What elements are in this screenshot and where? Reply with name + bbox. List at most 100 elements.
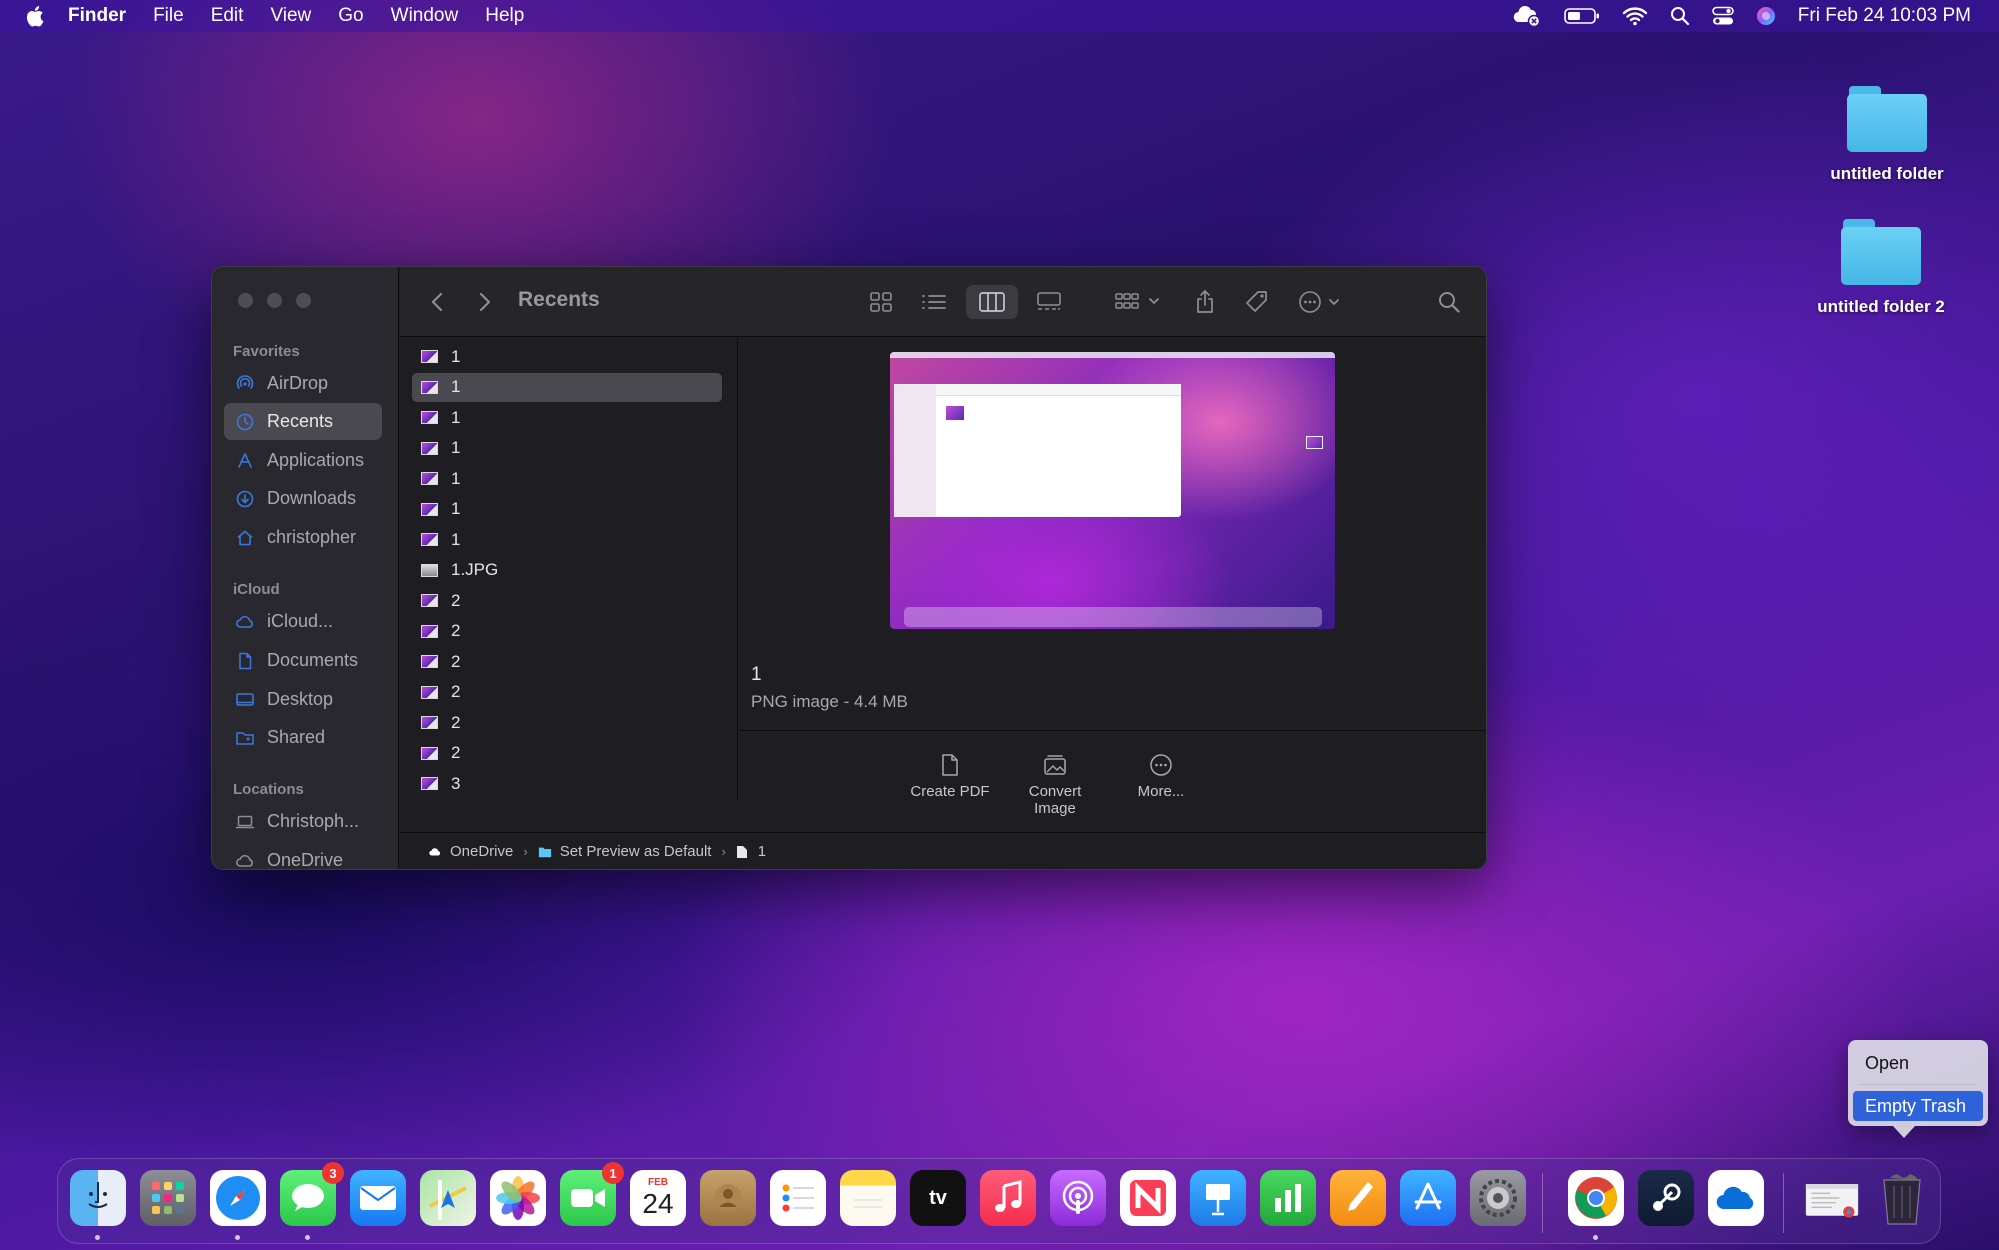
mail-dock-icon[interactable] [350, 1170, 406, 1226]
sidebar-item-shared[interactable]: Shared [224, 719, 382, 756]
file-list-item[interactable]: 3 [412, 769, 722, 798]
icon-view-button[interactable] [864, 285, 898, 319]
list-view-button[interactable] [915, 285, 953, 319]
file-list-item[interactable]: 1 [412, 342, 722, 371]
menu-help[interactable]: Help [485, 5, 524, 27]
gallery-view-button[interactable] [1030, 285, 1068, 319]
chrome-dock-icon[interactable] [1568, 1170, 1624, 1226]
file-list-item[interactable]: 1 [412, 372, 722, 402]
sidebar-item-icloud-drive[interactable]: iCloud... [224, 603, 382, 640]
sidebar-item-recents[interactable]: Recents [224, 403, 382, 440]
sidebar-item-applications[interactable]: Applications [224, 442, 382, 479]
menu-window[interactable]: Window [391, 5, 459, 27]
spotlight-search-icon[interactable] [1670, 6, 1690, 26]
news-dock-icon[interactable] [1120, 1170, 1176, 1226]
menu-app-name[interactable]: Finder [68, 5, 126, 27]
siri-icon[interactable] [1756, 6, 1776, 26]
launchpad-dock-icon[interactable] [140, 1170, 196, 1226]
music-dock-icon[interactable] [980, 1170, 1036, 1226]
battery-icon[interactable] [1563, 7, 1600, 25]
sidebar-item-downloads[interactable]: Downloads [224, 480, 382, 517]
zoom-window-button[interactable] [296, 293, 311, 308]
control-center-icon[interactable] [1711, 6, 1734, 26]
cloud-icon [428, 845, 442, 859]
numbers-dock-icon[interactable] [1260, 1170, 1316, 1226]
file-list-item[interactable]: 2 [412, 708, 722, 737]
path-segment-file[interactable]: 1 [736, 843, 766, 860]
desktop-folder-untitled[interactable]: untitled folder [1812, 82, 1962, 184]
calendar-dock-icon[interactable]: FEB 24 [630, 1170, 686, 1226]
back-button[interactable] [424, 285, 450, 319]
apple-menu-icon[interactable] [26, 5, 46, 27]
file-list-item[interactable]: 1 [412, 434, 722, 463]
contacts-dock-icon[interactable] [700, 1170, 756, 1226]
facetime-dock-icon[interactable]: 1 [560, 1162, 624, 1226]
path-segment-onedrive[interactable]: OneDrive [428, 843, 513, 860]
wifi-icon[interactable] [1622, 6, 1648, 26]
recent-document-dock-icon[interactable] [1804, 1170, 1860, 1226]
file-list-item[interactable]: 3 [412, 800, 722, 801]
reminders-dock-icon[interactable] [770, 1170, 826, 1226]
create-pdf-button[interactable]: Create PDF [895, 747, 1005, 800]
pages-dock-icon[interactable] [1330, 1170, 1386, 1226]
menu-clock[interactable]: Fri Feb 24 10:03 PM [1798, 5, 1971, 27]
minimize-window-button[interactable] [267, 293, 282, 308]
menu-file[interactable]: File [153, 5, 184, 27]
more-actions-button[interactable]: More... [1106, 747, 1216, 800]
menu-view[interactable]: View [270, 5, 311, 27]
close-window-button[interactable] [238, 293, 253, 308]
action-menu-button[interactable] [1296, 285, 1348, 319]
file-list-item[interactable]: 2 [412, 617, 722, 646]
notes-dock-icon[interactable] [840, 1170, 896, 1226]
file-list-item[interactable]: 2 [412, 586, 722, 615]
sidebar-item-desktop[interactable]: Desktop [224, 681, 382, 718]
tags-button[interactable] [1240, 285, 1274, 319]
file-list-item[interactable]: 1 [412, 525, 722, 554]
share-button[interactable] [1190, 285, 1220, 319]
file-list-item[interactable]: 2 [412, 678, 722, 707]
system-settings-dock-icon[interactable] [1470, 1170, 1526, 1226]
file-list-item[interactable]: 2 [412, 739, 722, 768]
share-icon [1197, 290, 1213, 313]
maps-dock-icon[interactable] [420, 1170, 476, 1226]
file-list-item[interactable]: 1 [412, 464, 722, 493]
finder-dock-icon[interactable] [70, 1170, 126, 1226]
laptop-icon [234, 811, 256, 833]
menu-edit[interactable]: Edit [211, 5, 244, 27]
keynote-dock-icon[interactable] [1190, 1170, 1246, 1226]
sidebar-item-airdrop[interactable]: AirDrop [224, 365, 382, 402]
menu-item-empty-trash[interactable]: Empty Trash [1853, 1091, 1983, 1121]
search-button[interactable] [1434, 285, 1464, 319]
image-file-icon [421, 594, 438, 607]
list-icon [922, 295, 946, 309]
image-file-icon [421, 441, 438, 455]
path-segment-folder[interactable]: Set Preview as Default [538, 843, 711, 860]
menu-go[interactable]: Go [338, 5, 363, 27]
podcasts-dock-icon[interactable] [1050, 1170, 1106, 1226]
file-list-item[interactable]: 1.JPG [412, 556, 722, 585]
preview-image[interactable] [890, 352, 1335, 629]
steam-dock-icon[interactable] [1638, 1170, 1694, 1226]
desktop-folder-untitled-2[interactable]: untitled folder 2 [1806, 215, 1956, 317]
column-view-button[interactable] [966, 285, 1018, 319]
trash-dock-icon[interactable] [1874, 1170, 1930, 1226]
group-by-button[interactable] [1112, 285, 1164, 319]
messages-dock-icon[interactable]: 3 [280, 1162, 344, 1226]
sidebar-item-documents[interactable]: Documents [224, 642, 382, 679]
onedrive-dock-icon[interactable] [1708, 1170, 1764, 1226]
sidebar-item-computer[interactable]: Christoph... [224, 803, 382, 840]
sidebar-item-onedrive[interactable]: OneDrive [224, 842, 382, 869]
app-store-dock-icon[interactable] [1400, 1170, 1456, 1226]
photos-dock-icon[interactable] [490, 1170, 546, 1226]
file-list-item[interactable]: 1 [412, 495, 722, 524]
photo-stack-icon [1000, 747, 1110, 783]
safari-dock-icon[interactable] [210, 1170, 266, 1226]
cloud-error-icon[interactable] [1512, 5, 1542, 27]
convert-image-button[interactable]: Convert Image [1000, 747, 1110, 817]
sidebar-item-home[interactable]: christopher [224, 519, 382, 556]
forward-button[interactable] [472, 285, 498, 319]
menu-item-open[interactable]: Open [1853, 1048, 1983, 1078]
apple-tv-dock-icon[interactable]: tv [910, 1170, 966, 1226]
file-list-item[interactable]: 1 [412, 403, 722, 432]
file-list-item[interactable]: 2 [412, 647, 722, 676]
